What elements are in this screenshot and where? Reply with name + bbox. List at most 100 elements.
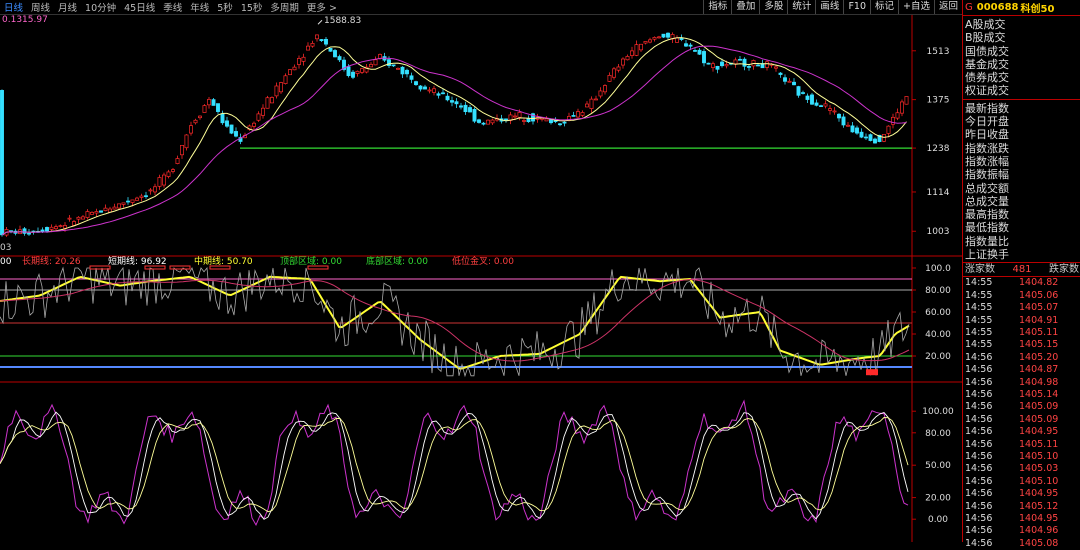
candle-body (441, 92, 445, 95)
tool-button-8[interactable]: 返回 (933, 0, 962, 14)
menu-item-group2-8[interactable]: 最高指数 (965, 208, 1080, 221)
candle-body (774, 66, 778, 69)
tab-period-1[interactable]: 周线 (27, 0, 54, 14)
tool-button-4[interactable]: 画线 (815, 0, 843, 14)
candle-body (333, 50, 337, 58)
candle-body (180, 145, 184, 156)
candle-body (486, 119, 490, 125)
candle-body (459, 105, 463, 108)
tool-button-3[interactable]: 统计 (787, 0, 815, 14)
candle-body (787, 80, 792, 83)
candle-body (405, 69, 409, 75)
candle-body (454, 101, 459, 105)
tab-period-4[interactable]: 45日线 (120, 0, 159, 14)
tick-row: 14:56 1405.09 (963, 401, 1080, 413)
menu-item-group2-1[interactable]: 今日开盘 (965, 115, 1080, 128)
menu-item-group1-2[interactable]: 国债成交 (965, 45, 1080, 58)
candle-body (828, 108, 832, 111)
tick-list[interactable]: 14:55 1404.82 14:55 1405.06 14:55 1405.07 14:5… (963, 277, 1080, 550)
candle-body (621, 58, 625, 66)
candle-body (558, 123, 562, 126)
tick-row: 14:56 1404.95 (963, 513, 1080, 525)
tick-time: 14:56 (965, 475, 993, 487)
tick-price: 1405.03 (1019, 463, 1059, 475)
tick-price: 1405.15 (1019, 339, 1059, 351)
candle-body (90, 212, 94, 215)
candle-body (616, 66, 621, 71)
menu-item-group1-5[interactable]: 权证成交 (965, 84, 1080, 97)
menu-item-group2-9[interactable]: 最低指数 (965, 221, 1080, 234)
tab-period-5[interactable]: 季线 (159, 0, 186, 14)
candle-body (832, 110, 837, 113)
candle-body (27, 232, 31, 235)
candle-body (184, 134, 189, 149)
candle-body (144, 195, 148, 198)
tool-button-1[interactable]: 叠加 (731, 0, 759, 14)
candle-body (679, 38, 684, 40)
tab-period-8[interactable]: 15秒 (237, 0, 267, 14)
candle-body (198, 115, 202, 119)
info-panel: G 000688 科创50 A股成交 B股成交 国债成交 基金成交 债券成交 权证成交 最… (962, 0, 1080, 549)
tick-price: 1404.98 (1019, 376, 1059, 388)
candle-body (135, 197, 139, 201)
tick-time: 14:56 (965, 376, 993, 388)
top-zone-marker (307, 265, 329, 270)
candle-body (904, 96, 909, 105)
tool-buttons: 指标 叠加 多股 统计 画线 F10 标记 +自选 返回 (703, 0, 962, 14)
tool-button-7[interactable]: +自选 (898, 0, 934, 14)
tab-period-0[interactable]: 日线 (0, 0, 27, 14)
tab-period-2[interactable]: 月线 (54, 0, 81, 14)
main-bottom-left-label: 03 (0, 243, 11, 253)
candle-body (450, 100, 454, 103)
menu-item-group2-6[interactable]: 总成交额 (965, 182, 1080, 195)
menu-item-group1-0[interactable]: A股成交 (965, 18, 1080, 31)
tick-price: 1405.20 (1019, 351, 1059, 363)
menu-item-group2-10[interactable]: 指数量比 (965, 235, 1080, 248)
candle-body (837, 113, 841, 119)
menu-item-group2-7[interactable]: 总成交量 (965, 195, 1080, 208)
menu-item-group2-0[interactable]: 最新指数 (965, 102, 1080, 115)
candle-body (274, 85, 279, 97)
tab-period-6[interactable]: 年线 (186, 0, 213, 14)
menu-item-group2-4[interactable]: 指数涨幅 (965, 155, 1080, 168)
tick-price: 1405.06 (1019, 289, 1059, 301)
tab-period-3[interactable]: 10分钟 (81, 0, 120, 14)
candle-body (148, 189, 153, 192)
tab-period-10[interactable]: 更多 > (303, 0, 341, 14)
menu-item-group1-1[interactable]: B股成交 (965, 31, 1080, 44)
tick-row: 14:56 1405.03 (963, 463, 1080, 475)
tool-button-2[interactable]: 多股 (759, 0, 787, 14)
menu-item-group2-5[interactable]: 指数振幅 (965, 168, 1080, 181)
tool-button-0[interactable]: 指标 (703, 0, 731, 14)
chart-area[interactable]: 1513 1375 1238 1114 1003 1588.83 0.1315.97 03 10… (0, 0, 962, 542)
tick-row: 14:56 1404.98 (963, 377, 1080, 389)
menu-item-group2-2[interactable]: 昨日收盘 (965, 128, 1080, 141)
candle-body (103, 207, 108, 211)
candle-body (612, 68, 616, 78)
tool-button-5[interactable]: F10 (843, 0, 870, 14)
candle-body (49, 226, 54, 230)
index-data-menu: 最新指数 今日开盘 昨日收盘 指数涨跌 指数涨幅 指数振幅 总成交额 总成交量 最高指数 最低指数… (963, 100, 1080, 264)
tab-period-7[interactable]: 5秒 (213, 0, 237, 14)
indicator2-j-line (0, 399, 909, 527)
indicator1-legend-item: 00 (0, 257, 12, 267)
candle-body (778, 72, 783, 75)
candle-body (409, 75, 414, 80)
high-marker-label: 1588.83 (324, 16, 361, 26)
tick-time: 14:56 (965, 500, 993, 512)
tab-period-9[interactable]: 多周期 (266, 0, 303, 14)
candle-body (220, 113, 225, 124)
candle-body (54, 226, 58, 230)
candle-body (351, 71, 355, 78)
candle-body (130, 199, 135, 203)
menu-item-group2-11[interactable]: 上证换手 (965, 248, 1080, 261)
candle-body (648, 39, 652, 43)
menu-item-group2-3[interactable]: 指数涨跌 (965, 142, 1080, 155)
top-zone-marker (169, 265, 191, 270)
candle-body (99, 210, 103, 213)
tool-button-6[interactable]: 标记 (870, 0, 898, 14)
menu-item-group1-4[interactable]: 债券成交 (965, 71, 1080, 84)
candle-body (702, 51, 706, 64)
tick-time: 14:56 (965, 513, 993, 525)
menu-item-group1-3[interactable]: 基金成交 (965, 58, 1080, 71)
